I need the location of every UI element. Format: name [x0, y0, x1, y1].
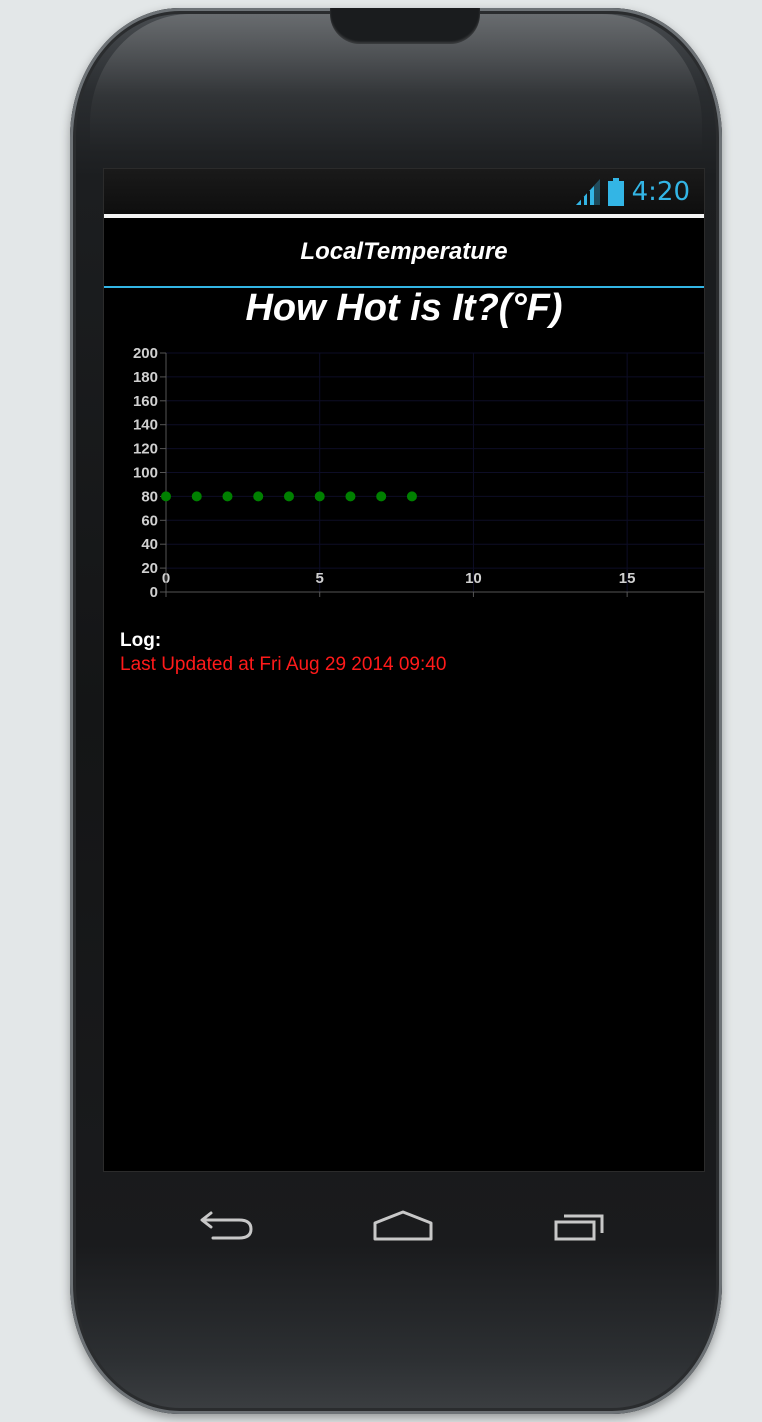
app-title: LocalTemperature: [300, 238, 508, 265]
log-label: Log:: [120, 630, 162, 651]
action-bar: LocalTemperature: [104, 218, 704, 288]
x-tick-label: 10: [465, 570, 482, 587]
home-icon: [373, 1210, 433, 1241]
recent-apps-icon: [554, 1214, 604, 1241]
home-button[interactable]: [363, 1198, 443, 1254]
y-tick-label: 160: [133, 393, 158, 410]
status-bar: 4:20: [104, 169, 704, 218]
x-tick-label: 15: [619, 570, 636, 587]
temperature-chart: 0204060801001201401601802000 5 10 15: [133, 345, 704, 601]
back-button[interactable]: [188, 1198, 268, 1254]
recent-apps-button[interactable]: [541, 1198, 621, 1254]
y-tick-label: 40: [141, 536, 158, 553]
y-tick-label: 80: [141, 488, 158, 505]
y-tick-label: 100: [133, 465, 158, 482]
data-point: [376, 491, 387, 502]
status-clock: 4:20: [631, 177, 690, 207]
data-point: [253, 491, 264, 502]
back-icon: [200, 1211, 253, 1240]
y-tick-label: 200: [133, 345, 158, 362]
page-heading: How Hot is It?(°F): [245, 287, 563, 329]
data-point: [345, 491, 356, 502]
data-point: [161, 491, 171, 502]
y-tick-label: 0: [150, 584, 158, 601]
data-point: [314, 491, 325, 502]
navigation-bar: [103, 1170, 703, 1280]
data-point: [283, 491, 294, 502]
data-point: [406, 491, 417, 502]
data-point: [191, 491, 202, 502]
y-tick-label: 60: [141, 512, 158, 529]
y-tick-label: 180: [133, 369, 158, 386]
phone-screen: 4:20 LocalTemperature How Hot is It?(°F)…: [103, 168, 705, 1172]
status-icons: 4:20: [575, 177, 690, 207]
x-tick-label: 5: [316, 570, 324, 587]
log-last-updated: Last Updated at Fri Aug 29 2014 09:40: [120, 654, 447, 675]
y-tick-label: 140: [133, 417, 158, 434]
y-tick-label: 120: [133, 441, 158, 458]
y-tick-label: 20: [141, 560, 158, 577]
signal-icon: [575, 179, 600, 205]
data-point: [222, 491, 233, 502]
phone-speaker: [330, 8, 480, 44]
battery-icon: [607, 178, 624, 206]
